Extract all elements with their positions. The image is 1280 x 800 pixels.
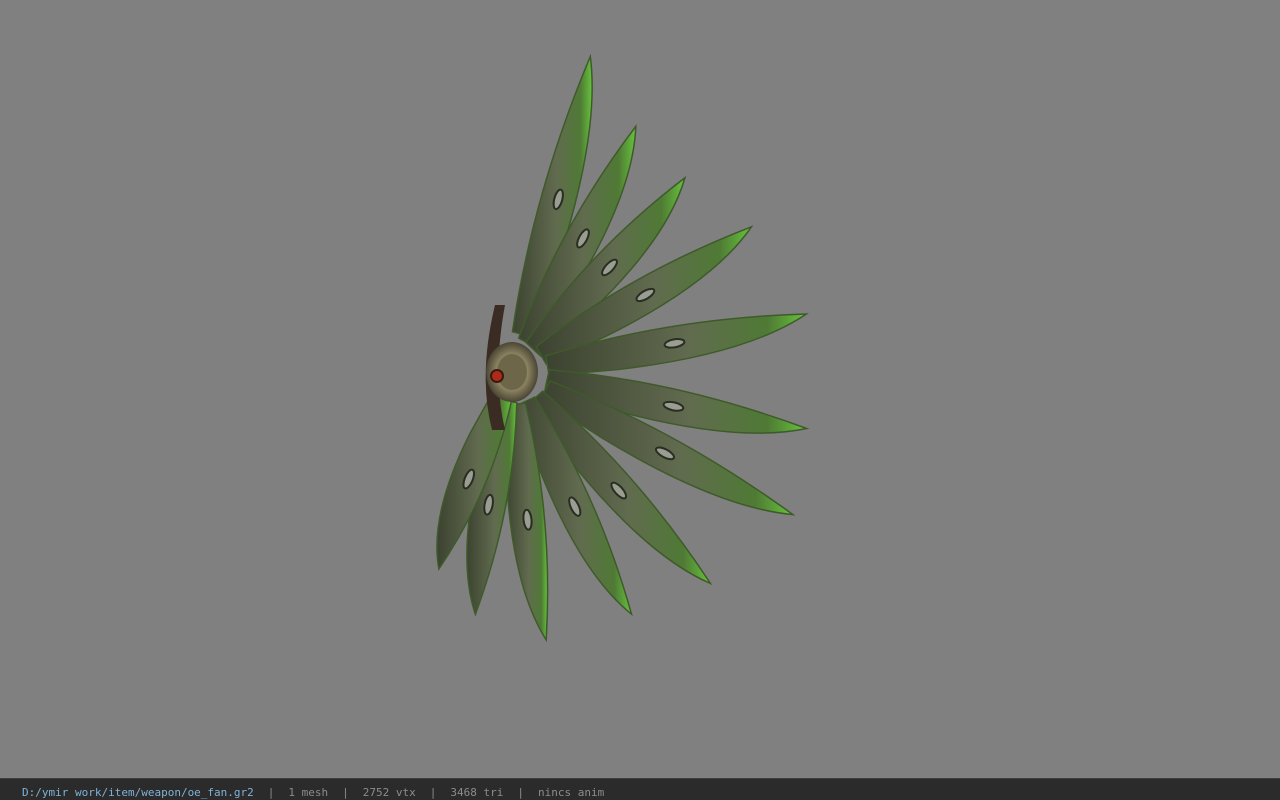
fan-weapon-model[interactable] — [0, 0, 1280, 778]
red-gem-icon — [490, 369, 504, 383]
separator: | — [342, 786, 349, 799]
mesh-count: 1 mesh — [288, 786, 329, 799]
3d-viewport[interactable] — [0, 0, 1280, 778]
triangle-count: 3468 tri — [450, 786, 504, 799]
separator: | — [517, 786, 525, 799]
status-bar: D:/ymir work/item/weapon/oe_fan.gr2 | 1 … — [0, 778, 1280, 800]
file-path: D:/ymir work/item/weapon/oe_fan.gr2 — [22, 786, 254, 799]
separator: | — [267, 786, 275, 799]
separator: | — [429, 786, 437, 799]
anim-state: nincs anim — [538, 786, 605, 799]
vertex-count: 2752 vtx — [362, 786, 416, 799]
